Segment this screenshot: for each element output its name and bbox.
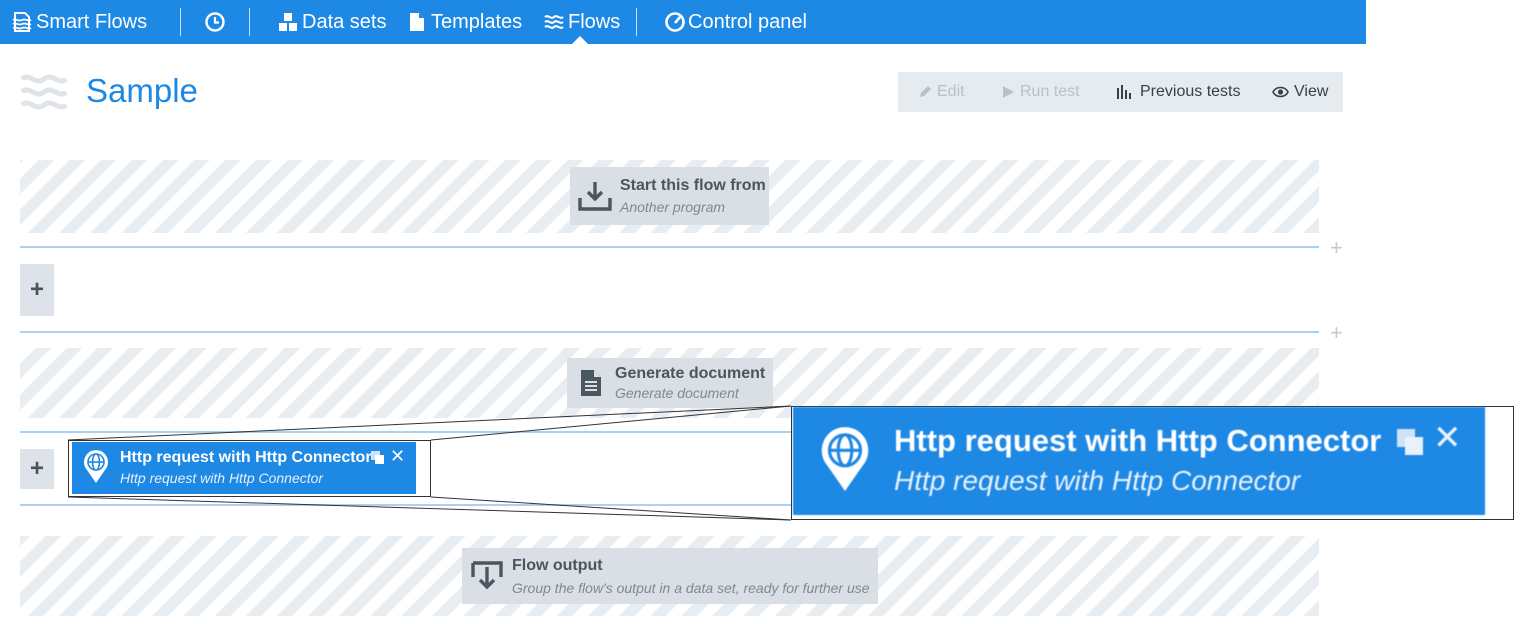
- add-step-button[interactable]: +: [20, 449, 54, 489]
- gauge-icon: [664, 11, 686, 33]
- document-icon: [567, 358, 615, 408]
- globe-pin-icon: [819, 427, 871, 498]
- page-title: Sample: [86, 72, 198, 109]
- start-node-title: Start this flow from: [620, 177, 766, 194]
- active-tab-indicator: [572, 36, 588, 44]
- nav-control-panel-label: Control panel: [688, 10, 807, 33]
- http-node-title: Http request with Http Connector: [120, 449, 372, 466]
- http-node-subtitle: Http request with Http Connector: [120, 470, 324, 486]
- nav-datasets-label: Data sets: [302, 10, 387, 33]
- brand-link[interactable]: Smart Flows: [12, 0, 147, 44]
- start-trigger-node[interactable]: Start this flow from Another program: [570, 167, 769, 225]
- brand-label: Smart Flows: [36, 10, 148, 33]
- nav-templates[interactable]: Templates: [409, 0, 522, 44]
- play-icon: [1002, 85, 1020, 99]
- copy-icon: [1395, 427, 1425, 462]
- copy-icon[interactable]: [370, 450, 385, 470]
- smart-flows-logo-icon: [12, 11, 32, 33]
- nav-control-panel[interactable]: Control panel: [664, 0, 807, 44]
- top-navbar: Smart Flows Data sets Templates Flows Co…: [0, 0, 1366, 44]
- previous-tests-label: Previous tests: [1140, 83, 1241, 100]
- zoom-subtitle: Http request with Http Connector: [894, 465, 1301, 496]
- clock-icon: [204, 11, 226, 33]
- datasets-icon: [278, 12, 298, 32]
- globe-pin-icon: [83, 450, 109, 489]
- insert-step-button[interactable]: +: [1330, 237, 1343, 259]
- file-icon: [409, 12, 425, 32]
- bar-chart-icon: [1116, 84, 1137, 100]
- waves-icon: [544, 13, 564, 31]
- insertion-line: [20, 246, 1319, 248]
- previous-tests-button[interactable]: Previous tests: [1116, 72, 1240, 112]
- nav-divider: [249, 8, 250, 36]
- generate-document-node[interactable]: Generate document Generate document: [567, 358, 773, 408]
- run-test-button[interactable]: Run test: [1002, 72, 1080, 112]
- output-node-title: Flow output: [512, 556, 603, 574]
- pencil-icon: [918, 85, 937, 99]
- zoom-title: Http request with Http Connector: [894, 423, 1382, 458]
- generate-node-title: Generate document: [615, 365, 766, 382]
- nav-divider: [636, 8, 637, 36]
- edit-button[interactable]: Edit: [918, 72, 965, 112]
- generate-node-subtitle: Generate document: [615, 385, 739, 401]
- insertion-line: [20, 331, 1319, 333]
- add-step-button[interactable]: +: [20, 264, 54, 316]
- eye-icon: [1272, 86, 1294, 98]
- output-icon: [462, 548, 512, 604]
- insert-step-button[interactable]: +: [1330, 322, 1343, 344]
- view-label: View: [1294, 83, 1329, 100]
- output-node-subtitle: Group the flow's output in a data set, r…: [512, 579, 870, 596]
- nav-datasets[interactable]: Data sets: [278, 0, 386, 44]
- zoomed-http-node: Http request with Http Connector Http re…: [793, 407, 1485, 515]
- edit-label: Edit: [937, 83, 965, 100]
- flows-waves-icon: [20, 70, 68, 119]
- download-icon: [570, 167, 620, 225]
- close-icon: ✕: [1433, 419, 1462, 457]
- flow-toolbar: Edit Run test Previous tests View: [898, 72, 1343, 112]
- close-icon[interactable]: ✕: [390, 447, 405, 465]
- view-button[interactable]: View: [1272, 72, 1328, 112]
- nav-flows-label: Flows: [568, 10, 621, 33]
- run-test-label: Run test: [1020, 83, 1080, 100]
- flow-output-node[interactable]: Flow output Group the flow's output in a…: [462, 548, 878, 604]
- http-request-node[interactable]: Http request with Http Connector Http re…: [72, 442, 416, 494]
- nav-divider: [180, 8, 181, 36]
- start-node-subtitle: Another program: [620, 199, 726, 215]
- nav-templates-label: Templates: [431, 10, 523, 33]
- history-button[interactable]: [204, 0, 226, 44]
